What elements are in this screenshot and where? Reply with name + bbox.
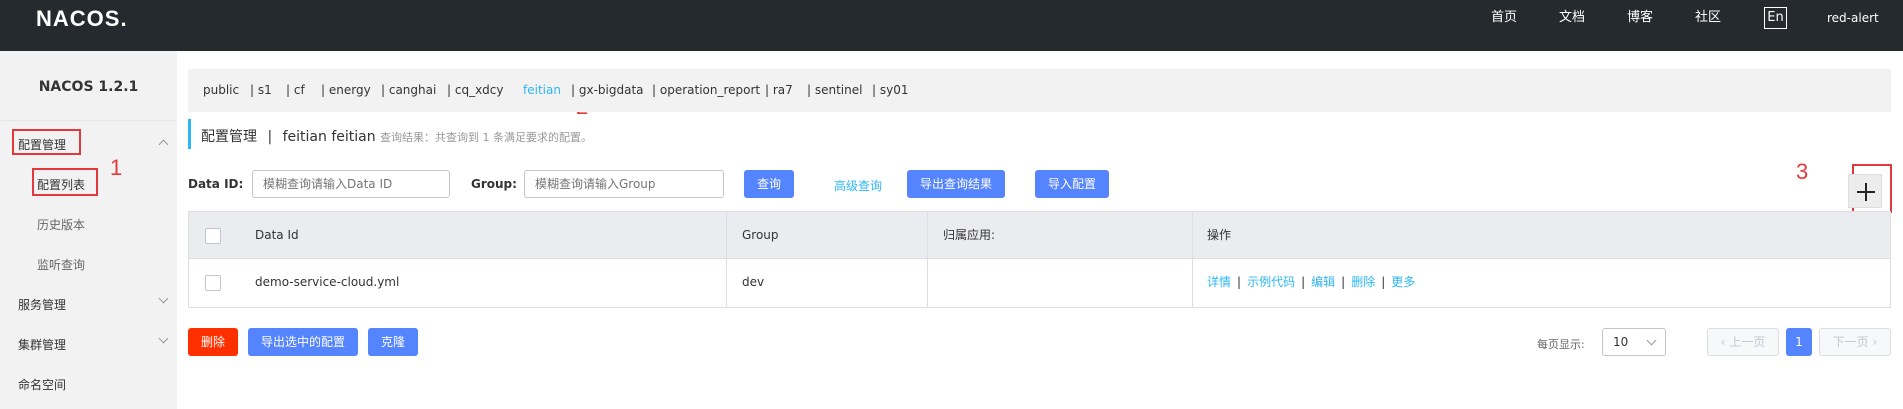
export-selected-button[interactable]: 导出选中的配置 <box>248 328 358 356</box>
page-size-select[interactable]: 10 <box>1602 328 1666 356</box>
action-sample-code-link[interactable]: 示例代码 <box>1247 275 1295 289</box>
table-row: demo-service-cloud.yml dev 详情 | 示例代码 | 编辑 | 删除… <box>188 259 1891 308</box>
dataid-input[interactable] <box>252 170 450 198</box>
sidebar-item-listener[interactable]: 监听查询 <box>37 256 85 273</box>
cell-group: dev <box>742 275 765 289</box>
column-divider <box>726 259 727 307</box>
column-header-actions: 操作 <box>1207 228 1232 242</box>
page-title: 配置管理 | feitian feitian <box>201 129 376 145</box>
cell-actions: 详情 | 示例代码 | 编辑 | 删除 | 更多 <box>1207 275 1416 289</box>
table-header: Data Id Group 归属应用: 操作 <box>188 211 1891 259</box>
cell-data-id: demo-service-cloud.yml <box>255 275 400 289</box>
sidebar-group-service[interactable]: 服务管理 <box>18 296 66 313</box>
select-all-checkbox[interactable] <box>205 228 221 244</box>
group-input[interactable] <box>524 170 724 198</box>
version-label: NACOS 1.2.1 <box>0 51 177 121</box>
user-name[interactable]: red-alert <box>1827 0 1879 36</box>
add-config-button[interactable] <box>1848 174 1882 208</box>
nacos-logo[interactable]: NACOS. <box>36 6 128 32</box>
namespace-feitian[interactable]: feitian <box>523 69 561 112</box>
nav-blog[interactable]: 博客 <box>1627 0 1653 36</box>
language-toggle[interactable]: En <box>1764 7 1787 29</box>
namespace-canghai[interactable]: | canghai <box>381 69 436 112</box>
chevron-up-icon[interactable] <box>158 139 169 150</box>
chevron-down-icon[interactable] <box>158 293 169 304</box>
current-page[interactable]: 1 <box>1786 328 1812 356</box>
annotation-number-1: 1 <box>110 155 123 180</box>
column-divider <box>927 212 928 258</box>
column-header-app[interactable]: 归属应用: <box>943 212 995 258</box>
chevron-down-icon[interactable] <box>158 333 169 344</box>
page-size-label: 每页显示: <box>1537 338 1585 351</box>
chevron-down-icon <box>1646 335 1657 346</box>
column-divider <box>1192 212 1193 258</box>
action-detail-link[interactable]: 详情 <box>1207 275 1231 289</box>
delete-selected-button[interactable]: 删除 <box>188 328 238 356</box>
action-edit-link[interactable]: 编辑 <box>1311 275 1335 289</box>
page-size-value: 10 <box>1613 335 1629 349</box>
clone-button[interactable]: 克隆 <box>368 328 418 356</box>
namespace-sentinel[interactable]: | sentinel <box>807 69 862 112</box>
column-header-data-id[interactable]: Data Id <box>255 212 299 258</box>
query-button[interactable]: 查询 <box>744 170 794 198</box>
sidebar-group-namespace[interactable]: 命名空间 <box>18 376 66 393</box>
prev-page-button[interactable]: ‹ 上一页 <box>1707 328 1779 356</box>
namespace-bar: public | s1 | cf | energy | canghai | cq… <box>188 69 1891 112</box>
next-page-button[interactable]: 下一页 › <box>1819 328 1891 356</box>
nav-community[interactable]: 社区 <box>1695 0 1721 36</box>
namespace-gx-bigdata[interactable]: | gx-bigdata <box>571 69 644 112</box>
nav-docs[interactable]: 文档 <box>1559 0 1585 36</box>
namespace-cf[interactable]: | cf <box>286 69 305 112</box>
namespace-id: feitian <box>331 129 376 145</box>
top-bar: NACOS. 首页 文档 博客 社区 En red-alert <box>0 0 1903 51</box>
annotation-box-1a <box>12 129 81 155</box>
nav-home[interactable]: 首页 <box>1491 0 1517 36</box>
group-label: Group: <box>471 177 517 191</box>
namespace-operation-report[interactable]: | operation_report <box>652 69 760 112</box>
import-config-button[interactable]: 导入配置 <box>1035 170 1109 198</box>
advanced-query-link[interactable]: 高级查询 <box>834 177 882 194</box>
column-header-group[interactable]: Group <box>742 212 779 258</box>
column-divider <box>1192 259 1193 307</box>
action-delete-link[interactable]: 删除 <box>1351 275 1375 289</box>
namespace-cq-xdcy[interactable]: | cq_xdcy <box>447 69 504 112</box>
namespace-public[interactable]: public <box>203 69 239 112</box>
dataid-label: Data ID: <box>188 177 244 191</box>
title-accent-bar <box>188 119 191 149</box>
namespace-s1[interactable]: | s1 <box>250 69 272 112</box>
logo-text: NACOS. <box>36 6 128 31</box>
sidebar: NACOS 1.2.1 配置管理 配置列表 历史版本 监听查询 服务管理 集群管… <box>0 51 177 409</box>
annotation-number-3: 3 <box>1796 159 1809 184</box>
namespace-ra7[interactable]: | ra7 <box>765 69 793 112</box>
result-summary: 查询结果：共查询到 1 条满足要求的配置。 <box>380 131 592 144</box>
action-more-link[interactable]: 更多 <box>1391 275 1415 289</box>
namespace-energy[interactable]: | energy <box>321 69 371 112</box>
column-divider <box>927 259 928 307</box>
namespace-name: feitian <box>282 129 327 145</box>
export-results-button[interactable]: 导出查询结果 <box>907 170 1005 198</box>
row-checkbox[interactable] <box>205 275 221 291</box>
namespace-sy01[interactable]: | sy01 <box>872 69 908 112</box>
sidebar-group-cluster[interactable]: 集群管理 <box>18 336 66 353</box>
sidebar-item-history[interactable]: 历史版本 <box>37 216 85 233</box>
column-divider <box>726 212 727 258</box>
annotation-box-1b <box>32 168 98 196</box>
